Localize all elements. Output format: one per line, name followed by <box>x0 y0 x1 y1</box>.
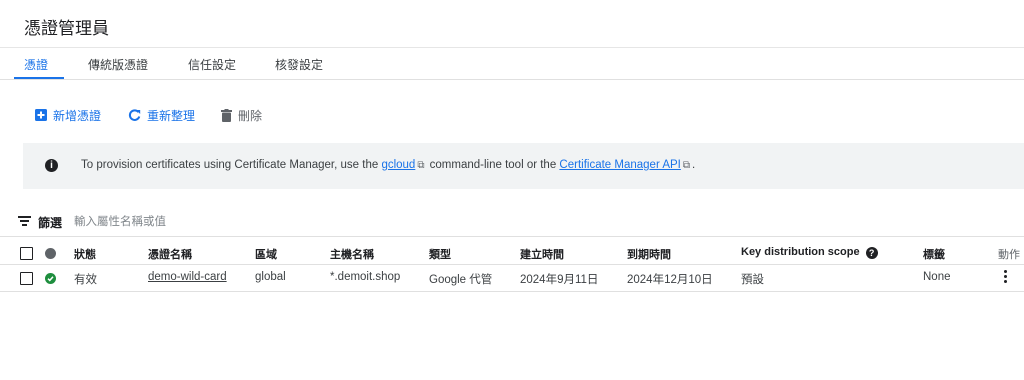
scope-value: 預設 <box>741 274 764 286</box>
info-banner: i To provision certificates using Certif… <box>23 143 1024 189</box>
refresh-label: 重新整理 <box>147 108 196 123</box>
select-all-checkbox[interactable] <box>20 247 33 260</box>
column-header-labels[interactable]: 標籤 <box>923 246 945 262</box>
page-title: 憑證管理員 <box>24 19 109 38</box>
banner-text-start: To provision certificates using Certific… <box>81 159 382 171</box>
external-link-icon: ⧉ <box>417 160 425 171</box>
filter-input[interactable] <box>72 212 376 232</box>
scope-header-label: Key distribution scope <box>741 246 860 258</box>
trash-icon <box>221 108 232 122</box>
refresh-button[interactable]: 重新整理 <box>128 104 195 126</box>
delete-button[interactable]: 刪除 <box>221 104 262 126</box>
row-checkbox[interactable] <box>20 272 33 285</box>
column-header-hostname[interactable]: 主機名稱 <box>330 246 374 262</box>
banner-text-middle: command-line tool or the <box>426 159 560 171</box>
labels-value: None <box>923 271 951 283</box>
add-certificate-label: 新增憑證 <box>53 108 102 123</box>
info-icon: i <box>45 159 58 172</box>
column-header-scope[interactable]: Key distribution scope? <box>741 246 878 259</box>
add-certificate-button[interactable]: 新增憑證 <box>35 104 101 126</box>
table-header: 狀態 憑證名稱 區域 主機名稱 類型 建立時間 到期時間 Key distrib… <box>0 242 1024 265</box>
filter-bar: 篩選 <box>0 210 1024 237</box>
banner-message: To provision certificates using Certific… <box>81 159 695 171</box>
more-actions-icon[interactable] <box>1004 270 1008 285</box>
external-link-icon: ⧉ <box>682 160 691 171</box>
filter-icon <box>18 216 31 228</box>
delete-label: 刪除 <box>238 108 263 123</box>
table-row: 有效 demo-wild-card global *.demoit.shop G… <box>0 265 1024 292</box>
status-value: 有效 <box>74 274 97 286</box>
certificate-name-link[interactable]: demo-wild-card <box>148 271 227 283</box>
gcloud-link[interactable]: gcloud <box>381 159 415 171</box>
tab-bar: 憑證 傳統版憑證 信任設定 核發設定 <box>0 48 1024 80</box>
status-header-icon <box>45 248 56 259</box>
region-value: global <box>255 271 286 283</box>
column-header-name[interactable]: 憑證名稱 <box>148 246 192 262</box>
help-icon[interactable]: ? <box>865 247 878 259</box>
refresh-icon <box>128 108 141 121</box>
tab-trust-config[interactable]: 信任設定 <box>188 56 236 73</box>
column-header-actions: 動作 <box>998 249 1020 261</box>
column-header-expires[interactable]: 到期時間 <box>627 246 671 262</box>
title-bar: 憑證管理員 <box>0 0 1024 48</box>
active-tab-indicator <box>14 77 64 79</box>
tab-classic-certificates[interactable]: 傳統版憑證 <box>88 56 148 73</box>
column-header-created[interactable]: 建立時間 <box>520 246 564 262</box>
type-value: Google 代管 <box>429 274 493 286</box>
add-box-icon <box>35 109 47 121</box>
filter-label: 篩選 <box>38 216 63 230</box>
tab-certificates[interactable]: 憑證 <box>24 56 48 73</box>
tab-issuance-config[interactable]: 核發設定 <box>275 56 323 73</box>
banner-text-end: . <box>692 159 696 171</box>
column-header-region[interactable]: 區域 <box>255 246 277 262</box>
created-value: 2024年9月11日 <box>520 274 599 286</box>
check-circle-icon <box>45 273 56 284</box>
column-header-status[interactable]: 狀態 <box>74 246 96 262</box>
toolbar: 新增憑證 重新整理 刪除 <box>0 104 1024 128</box>
hostname-value: *.demoit.shop <box>330 271 401 283</box>
expires-value: 2024年12月10日 <box>627 274 713 286</box>
column-header-type[interactable]: 類型 <box>429 246 451 262</box>
certificate-manager-api-link[interactable]: Certificate Manager API <box>559 159 680 171</box>
